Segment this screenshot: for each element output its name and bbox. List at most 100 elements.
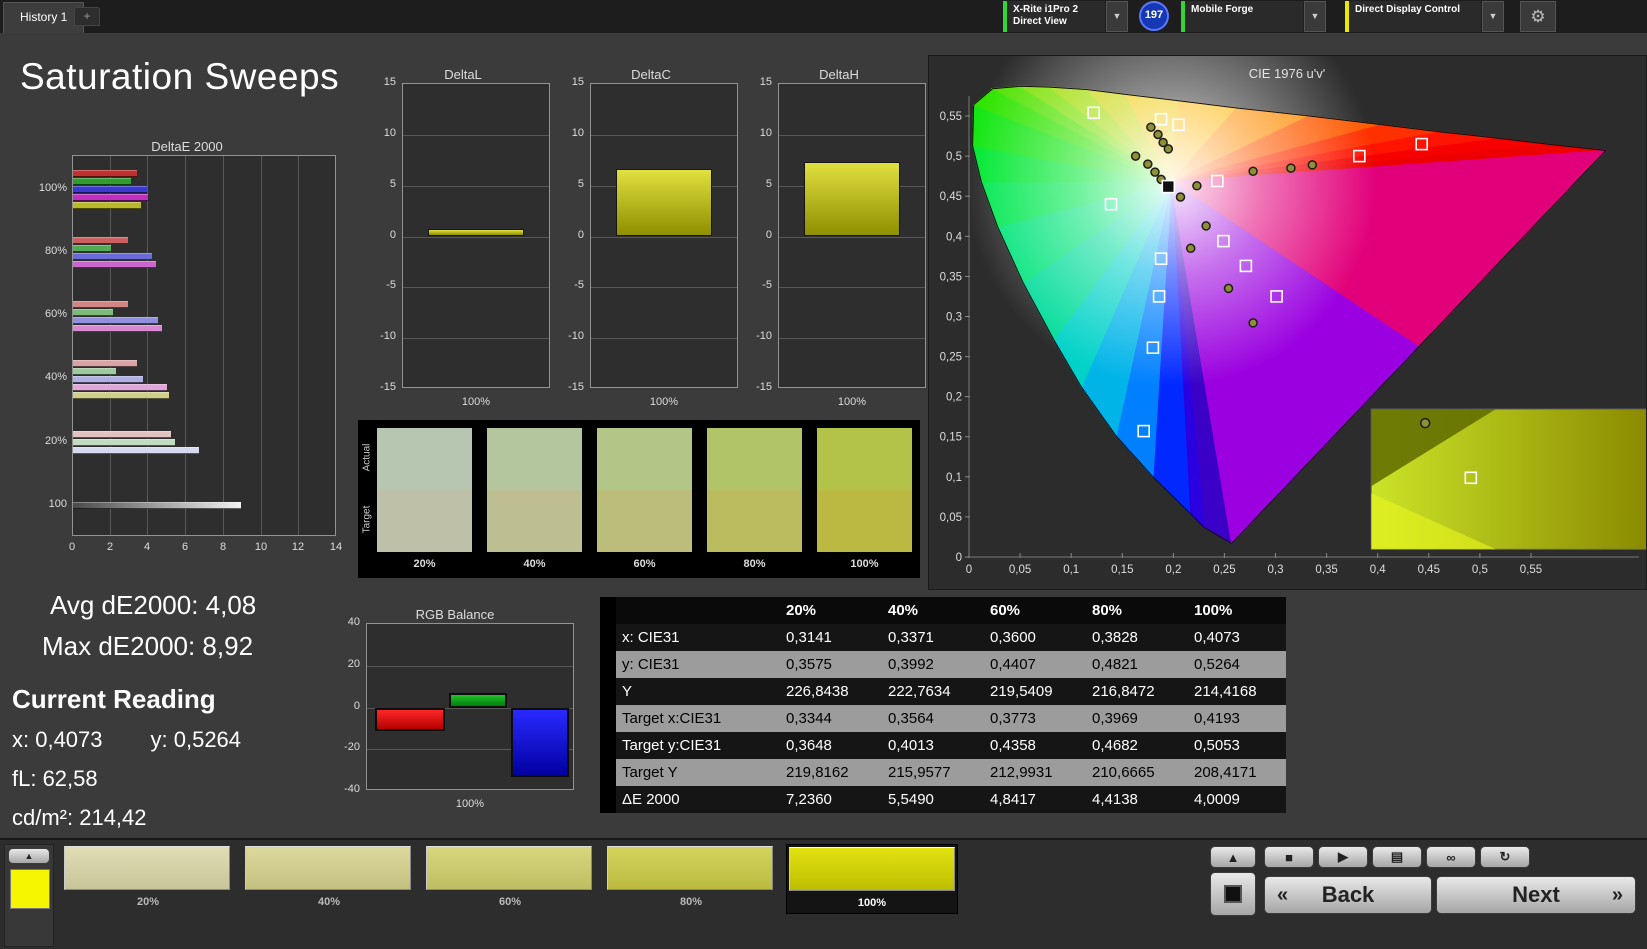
table-row: y: CIE310,35750,39920,44070,48210,5264 bbox=[600, 651, 1286, 678]
svg-text:0,45: 0,45 bbox=[1418, 564, 1440, 576]
cell-value: 219,5409 bbox=[978, 678, 1080, 705]
deltaE-bar bbox=[73, 317, 158, 324]
stats-block: Avg dE2000: 4,08 Max dE2000: 8,92 Curren… bbox=[12, 590, 256, 844]
back-button[interactable]: «Back bbox=[1264, 876, 1432, 914]
cell-value: 0,3773 bbox=[978, 705, 1080, 732]
cell-value: 222,7634 bbox=[876, 678, 978, 705]
deltaC-bar bbox=[616, 169, 712, 236]
history-tab[interactable]: History 1 bbox=[3, 2, 84, 33]
deltaE-bar bbox=[73, 431, 171, 438]
deltaE-bar bbox=[73, 253, 152, 260]
expand-up-button[interactable]: ▲ bbox=[8, 848, 50, 864]
gridline bbox=[779, 135, 925, 136]
display-dropdown-arrow[interactable]: ▼ bbox=[1482, 1, 1504, 32]
next-label: Next bbox=[1512, 882, 1560, 908]
deltaE-bar bbox=[73, 439, 175, 446]
sweep-button-60%[interactable]: 60% bbox=[424, 844, 596, 914]
play-icon: ▶ bbox=[1338, 849, 1348, 865]
x-tick-label: 8 bbox=[213, 541, 233, 553]
x-tick-label: 2 bbox=[100, 541, 120, 553]
gridline bbox=[779, 287, 925, 288]
gridline bbox=[403, 135, 549, 136]
meter-mode: Direct View bbox=[1013, 16, 1099, 28]
svg-text:0,4: 0,4 bbox=[1370, 564, 1387, 576]
cell-value: 0,3992 bbox=[876, 651, 978, 678]
play-button[interactable]: ▶ bbox=[1318, 846, 1368, 868]
display-control-selector[interactable]: Direct Display Control bbox=[1345, 1, 1481, 32]
sweep-button-100%[interactable]: 100% bbox=[786, 844, 958, 914]
row-label: x: CIE31 bbox=[616, 624, 774, 651]
rgbbal-plot bbox=[366, 623, 574, 790]
x-tick-label: 6 bbox=[175, 541, 195, 553]
y-tick-label: 5 bbox=[372, 178, 396, 190]
cell-value: 0,3648 bbox=[774, 732, 876, 759]
page-title: Saturation Sweeps bbox=[20, 56, 339, 98]
x-tick-label: 10 bbox=[251, 541, 271, 553]
meter-selector[interactable]: X-Rite i1Pro 2 Direct View bbox=[1003, 1, 1105, 32]
cell-value: 0,3564 bbox=[876, 705, 978, 732]
cell-value: 7,2360 bbox=[774, 786, 876, 813]
svg-text:0,5: 0,5 bbox=[946, 151, 962, 163]
column-header: 40% bbox=[876, 597, 978, 624]
swatch-column-label: 40% bbox=[487, 558, 582, 570]
table-corner bbox=[600, 597, 616, 624]
meter-dropdown-arrow[interactable]: ▼ bbox=[1106, 1, 1128, 32]
sweep-button-20%[interactable]: 20% bbox=[62, 844, 234, 914]
svg-text:0,25: 0,25 bbox=[1213, 564, 1235, 576]
rgbbal-title: RGB Balance bbox=[330, 607, 580, 622]
sweep-swatch bbox=[607, 846, 773, 890]
svg-text:0,15: 0,15 bbox=[1111, 564, 1133, 576]
loop-button[interactable]: ↻ bbox=[1480, 846, 1530, 868]
x-tick-label: 14 bbox=[326, 541, 346, 553]
continuous-button[interactable]: ∞ bbox=[1426, 846, 1476, 868]
svg-text:0,45: 0,45 bbox=[940, 191, 962, 203]
column-header: 80% bbox=[1080, 597, 1182, 624]
expand-up-button[interactable]: ▲ bbox=[1210, 846, 1256, 868]
gridline bbox=[403, 338, 549, 339]
current-patch-panel: ▲ bbox=[4, 844, 54, 947]
cell-value: 4,8417 bbox=[978, 786, 1080, 813]
bottom-bar: ▲ 20%40%60%80%100% ▲ ■ ▶ ▤∞↻ «Back Next » bbox=[0, 838, 1647, 949]
actual-swatch bbox=[377, 428, 472, 490]
cell-value: 0,3371 bbox=[876, 624, 978, 651]
deltaE-bar bbox=[73, 301, 128, 308]
stop-square-icon bbox=[1224, 885, 1242, 903]
cie-1976-panel: CIE 1976 u'v' 00,050,10,150,20,250,30,35… bbox=[928, 55, 1647, 590]
cell-value: 0,4407 bbox=[978, 651, 1080, 678]
row-strip bbox=[600, 705, 616, 732]
y-tick-label: -15 bbox=[748, 381, 772, 393]
deltaH-plot bbox=[778, 83, 926, 388]
svg-text:0,2: 0,2 bbox=[946, 392, 962, 404]
source-selector[interactable]: Mobile Forge bbox=[1181, 1, 1303, 32]
source-name: Mobile Forge bbox=[1191, 4, 1297, 16]
x-axis-label: 100% bbox=[366, 798, 574, 810]
next-button[interactable]: Next » bbox=[1436, 876, 1636, 914]
y-group-label: 40% bbox=[34, 371, 67, 383]
svg-text:0,4: 0,4 bbox=[946, 231, 963, 243]
disk-button[interactable]: ▤ bbox=[1372, 846, 1422, 868]
sweep-button-40%[interactable]: 40% bbox=[243, 844, 415, 914]
back-chevron-icon: « bbox=[1277, 884, 1288, 907]
settings-gear-button[interactable]: ⚙ bbox=[1520, 1, 1556, 32]
sweep-button-80%[interactable]: 80% bbox=[605, 844, 777, 914]
cell-value: 0,5053 bbox=[1182, 732, 1284, 759]
stop-button[interactable]: ■ bbox=[1264, 846, 1314, 868]
y-tick-label: -15 bbox=[372, 381, 396, 393]
add-history-tab-button[interactable]: + bbox=[74, 7, 100, 26]
measurement-table: 20%40%60%80%100%x: CIE310,31410,33710,36… bbox=[600, 597, 1286, 813]
large-stop-button[interactable] bbox=[1210, 872, 1256, 916]
y-tick-label: 0 bbox=[330, 700, 360, 712]
deltaE-bar bbox=[73, 384, 167, 391]
gridline bbox=[591, 135, 737, 136]
sweep-swatch bbox=[245, 846, 411, 890]
y-tick-label: 0 bbox=[560, 229, 584, 241]
y-tick-label: 20 bbox=[330, 658, 360, 670]
row-strip bbox=[600, 678, 616, 705]
actual-target-swatches: ActualTarget20%40%60%80%100% bbox=[358, 420, 920, 578]
svg-text:0,05: 0,05 bbox=[1009, 564, 1031, 576]
next-chevron-icon: » bbox=[1612, 884, 1623, 907]
current-reading-title: Current Reading bbox=[12, 684, 256, 715]
source-dropdown-arrow[interactable]: ▼ bbox=[1304, 1, 1326, 32]
cell-value: 4,4138 bbox=[1080, 786, 1182, 813]
gridline bbox=[147, 156, 148, 535]
